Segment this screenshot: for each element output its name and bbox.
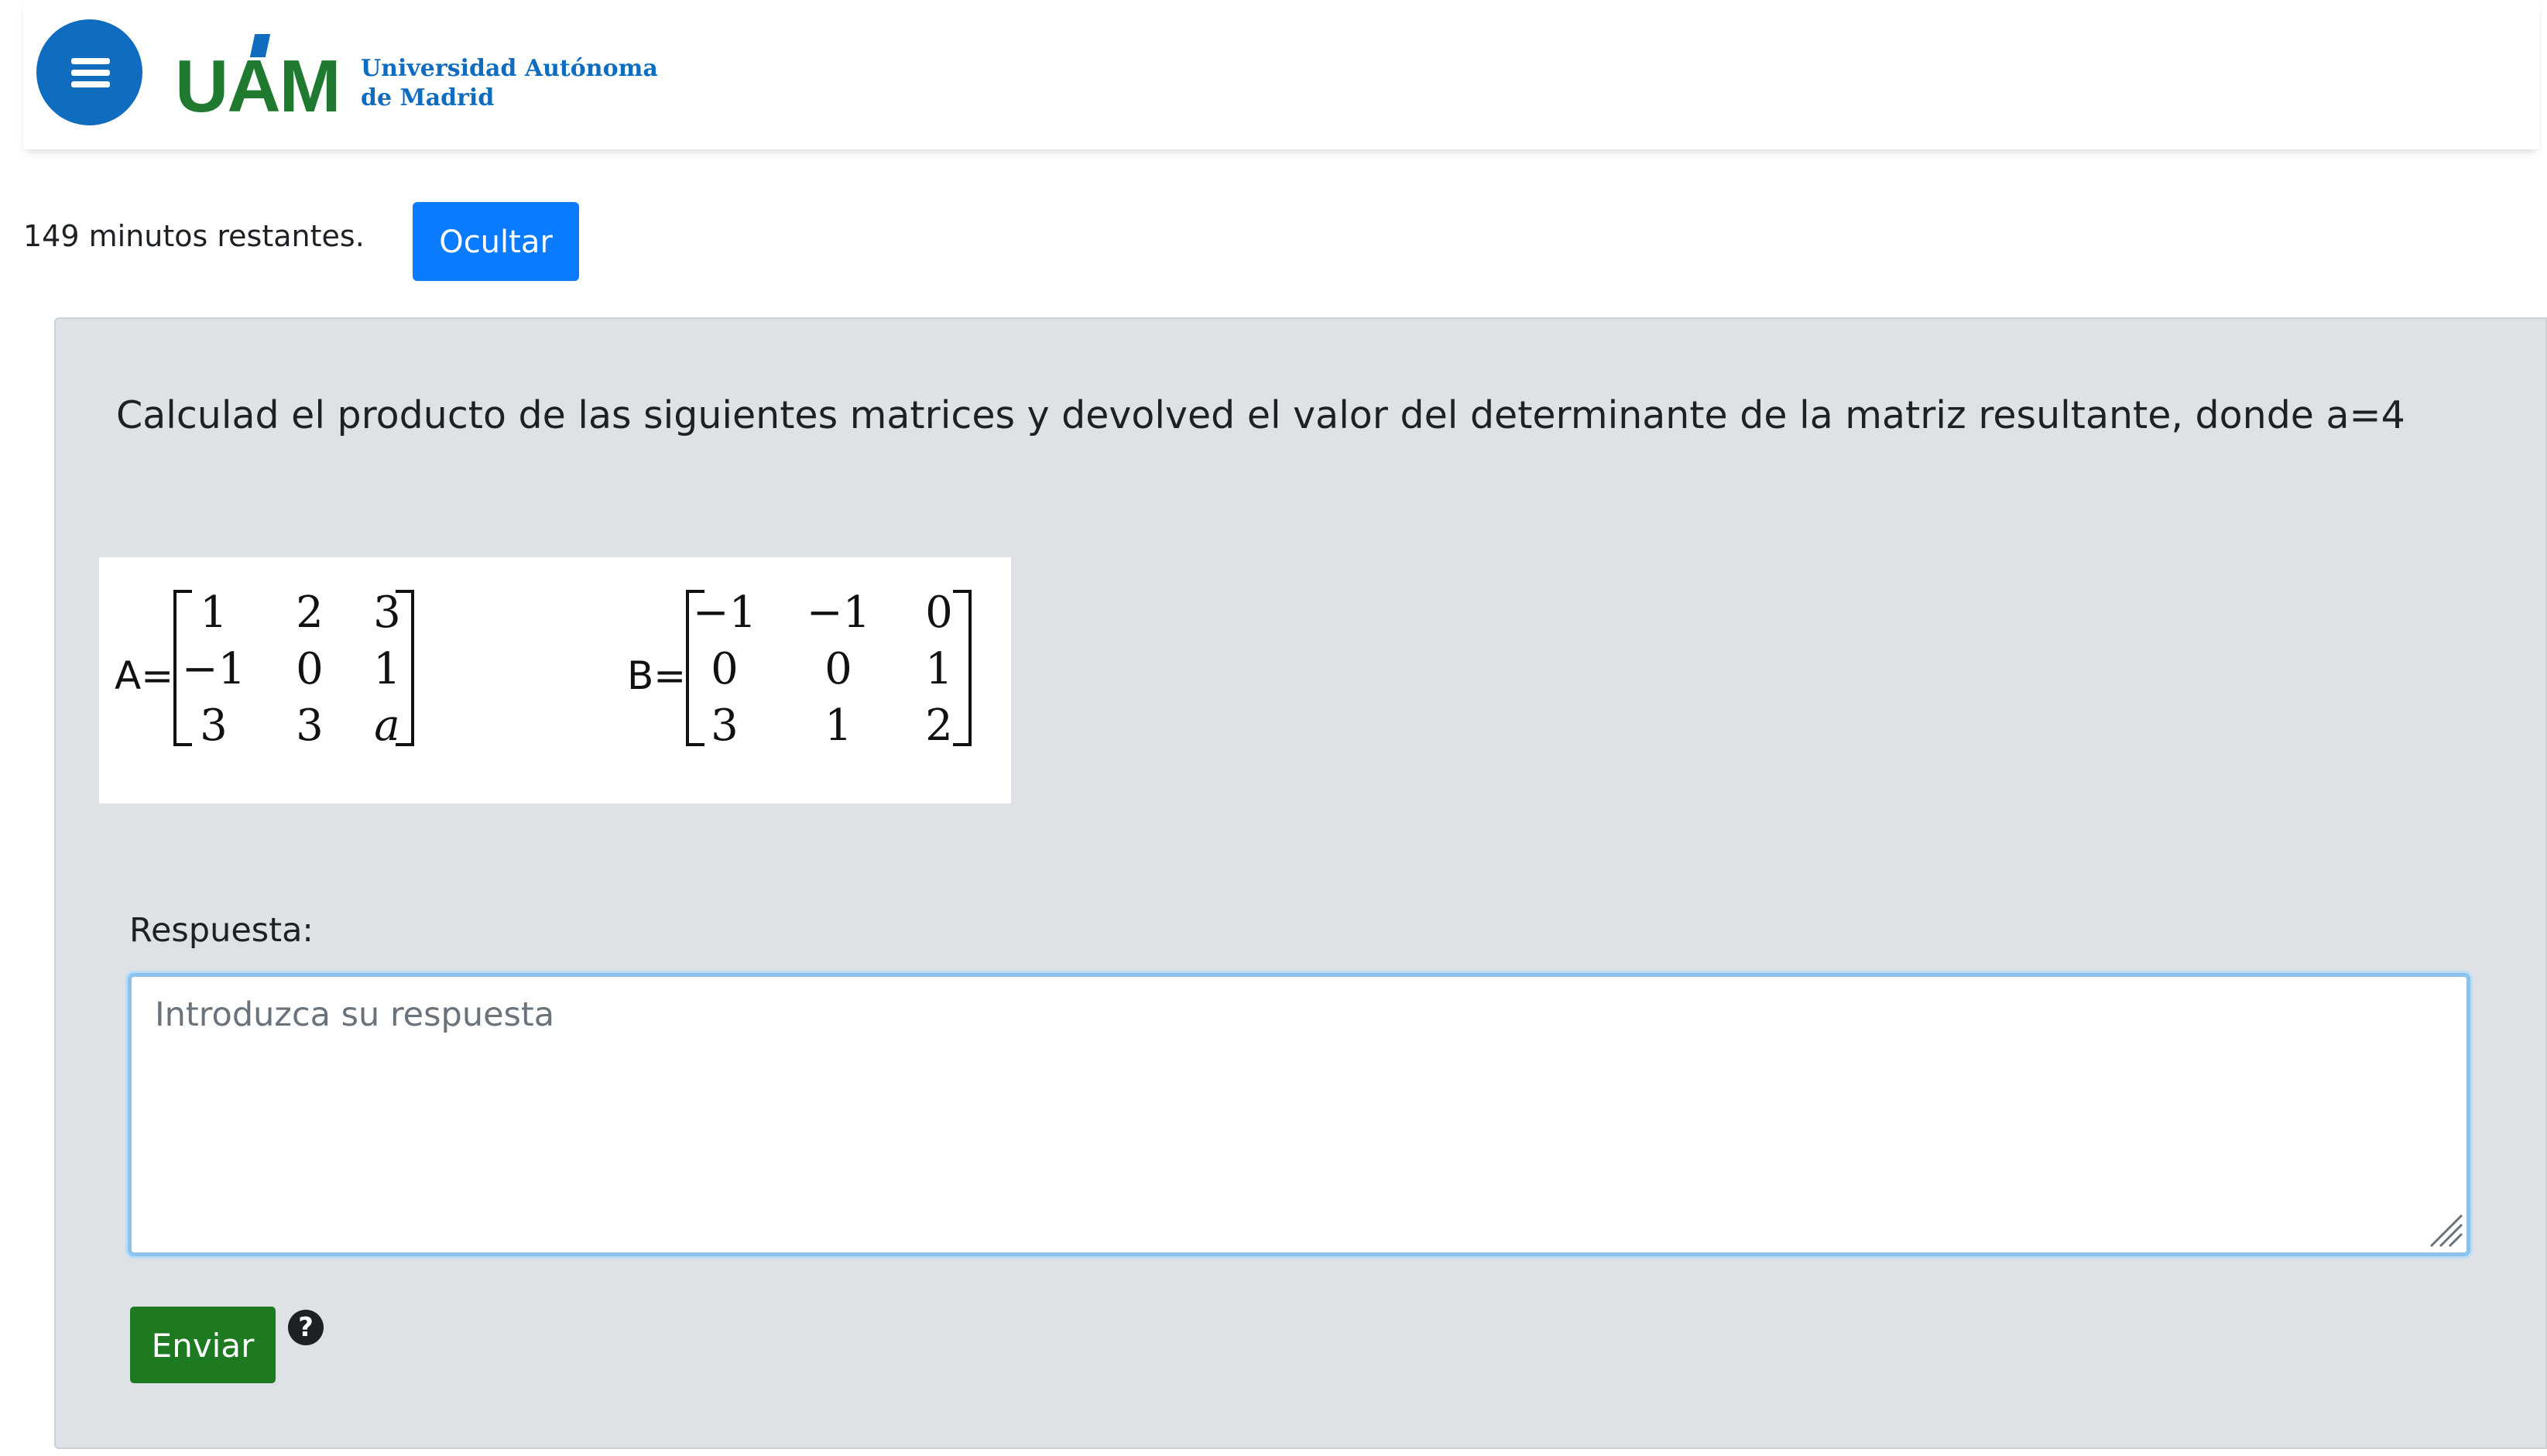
top-navbar: UAM Universidad Autónoma de Madrid [23, 0, 2539, 149]
hamburger-menu-icon [71, 70, 110, 76]
matrix-cell: 1 [824, 701, 852, 751]
matrix-cell: 0 [824, 644, 852, 694]
hamburger-menu-icon [71, 58, 110, 64]
matrix-cell: −1 [182, 644, 246, 694]
hide-timer-button[interactable]: Ocultar [413, 202, 579, 281]
matrix-image: A= 1 2 3 −1 0 1 3 3 a B= −1 −1 0 0 0 1 3 1 2 [99, 557, 1011, 803]
matrix-a: A=1 2 3−1 0 13 3 a [115, 588, 414, 751]
question-text: Calculad el producto de las siguientes m… [116, 393, 2405, 437]
logo-line-2: de Madrid [361, 84, 495, 111]
logo-text: Universidad Autónoma de Madrid [361, 54, 658, 113]
matrices-svg: A=1 2 3−1 0 13 3 a B=−1 −1 00 0 13 1 2 [115, 588, 972, 751]
matrix-cell: 3 [200, 701, 228, 751]
uam-logo[interactable]: UAM Universidad Autónoma de Madrid [175, 31, 658, 128]
question-circle-icon[interactable]: ? [288, 1310, 324, 1345]
matrix-label: B= [627, 653, 686, 698]
time-remaining: 149 minutos restantes. [23, 219, 365, 253]
matrix-cell: 2 [296, 588, 324, 638]
matrix-cell: 3 [711, 701, 739, 751]
answer-input[interactable] [128, 973, 2470, 1256]
matrix-cell: 0 [296, 644, 324, 694]
matrix-right-bracket [953, 590, 972, 746]
question-panel: Calculad el producto de las siguientes m… [54, 317, 2547, 1449]
matrix-cell: a [374, 701, 399, 751]
matrix-cell: 0 [925, 588, 953, 638]
matrix-cell: 1 [200, 588, 228, 638]
matrix-cell: 1 [925, 644, 953, 694]
matrix-cell: 3 [373, 588, 401, 638]
matrix-label: A= [115, 653, 173, 698]
matrix-cell: 2 [925, 701, 953, 751]
hamburger-menu-button[interactable] [36, 19, 142, 125]
resize-handle-icon[interactable] [2425, 1209, 2463, 1248]
submit-button[interactable]: Enviar [130, 1307, 276, 1383]
logo-mark: UAM [175, 45, 341, 128]
logo-line-1: Universidad Autónoma [361, 55, 658, 82]
hamburger-menu-icon [71, 81, 110, 87]
answer-label: Respuesta: [129, 911, 314, 950]
matrix-cell: 1 [373, 644, 401, 694]
matrix-cell: 0 [711, 644, 739, 694]
matrix-cell: 3 [296, 701, 324, 751]
matrix-cell: −1 [807, 588, 871, 638]
matrix-cell: −1 [693, 588, 757, 638]
matrix-b: B=−1 −1 00 0 13 1 2 [627, 588, 972, 751]
